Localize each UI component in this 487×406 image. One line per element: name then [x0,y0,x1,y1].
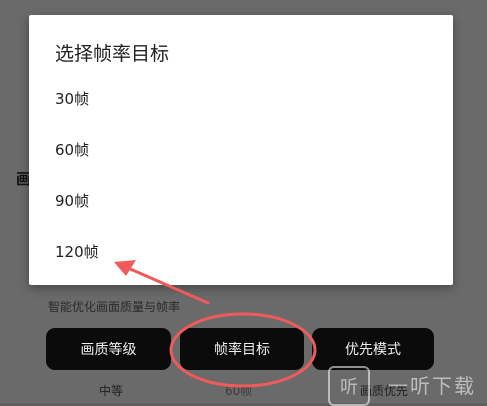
watermark: 听 一听下载 [328,360,487,406]
annotation-arrow-line [126,266,210,305]
watermark-text: 一听下载 [388,374,476,398]
watermark-logo-icon: 听 [328,366,370,406]
annotation-arrow-head [114,260,136,276]
annotation-circle [169,312,317,388]
watermark-glyph: 听 [340,377,358,398]
annotation-overlay [114,260,317,388]
